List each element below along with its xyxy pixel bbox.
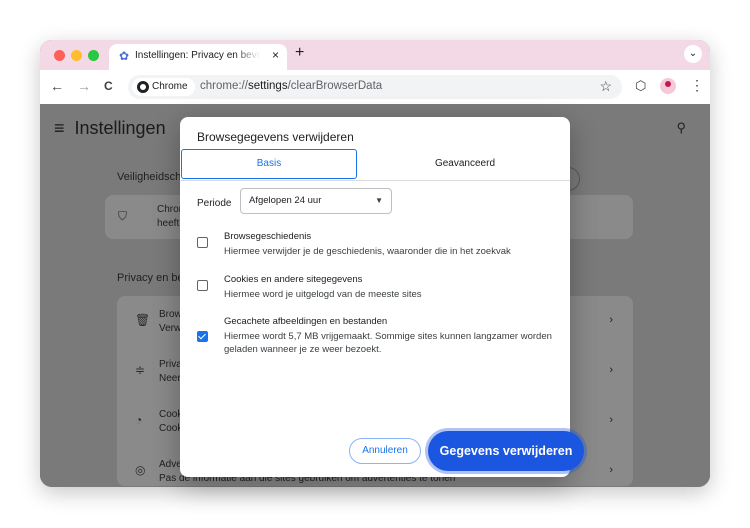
toolbar: ← → C Chrome chrome://settings/clearBrow… — [40, 70, 710, 104]
dialog-title: Browsegegevens verwijderen — [197, 130, 354, 144]
tab-title: Instellingen: Privacy en beveiliging — [135, 50, 260, 61]
cancel-button[interactable]: Annuleren — [349, 438, 421, 464]
address-bar[interactable]: Chrome chrome://settings/clearBrowserDat… — [128, 75, 622, 99]
maximize-window-button[interactable] — [88, 50, 99, 61]
tab-basic[interactable]: Basis — [181, 149, 357, 179]
option-browsing-history: Browsegeschiedenis Hiermee verwijder je … — [197, 231, 557, 261]
section-heading-privacy: Privacy en be — [117, 272, 184, 284]
reload-icon[interactable]: C — [104, 79, 113, 93]
search-icon[interactable]: ⚲ — [676, 120, 686, 136]
tab-strip: ✿ Instellingen: Privacy en beveiliging ×… — [40, 40, 710, 70]
back-arrow-icon[interactable]: ← — [50, 78, 64, 94]
forward-arrow-icon[interactable]: → — [77, 78, 91, 94]
clear-browsing-data-dialog: Browsegegevens verwijderen Basis Geavanc… — [180, 117, 570, 477]
ad-target-icon: ◎ — [135, 463, 146, 477]
chevron-right-icon: › — [609, 364, 613, 376]
chevron-right-icon: › — [609, 414, 613, 426]
checkbox-cached-images[interactable] — [197, 331, 208, 342]
checkbox-browsing-history[interactable] — [197, 237, 208, 248]
time-range-select[interactable]: Afgelopen 24 uur ▼ — [240, 188, 392, 214]
section-heading-safety: Veiligheidsch — [117, 171, 182, 183]
more-menu-icon[interactable]: ⋮ — [690, 77, 704, 94]
tab-advanced[interactable]: Geavanceerd — [380, 149, 550, 179]
settings-gear-icon: ✿ — [118, 49, 130, 63]
chevron-right-icon: › — [609, 314, 613, 326]
close-window-button[interactable] — [54, 50, 65, 61]
clear-data-button[interactable]: Gegevens verwijderen — [428, 431, 584, 471]
chrome-logo-icon — [137, 81, 149, 93]
cookie-icon: ◔ — [135, 413, 143, 427]
trash-icon: 🗑 — [135, 313, 151, 327]
new-tab-button[interactable]: + — [295, 44, 304, 62]
extensions-icon[interactable]: ⬡ — [635, 78, 646, 94]
option-cached-images: Gecachete afbeeldingen en bestanden Hier… — [197, 316, 557, 360]
sliders-icon: ≑ — [135, 363, 146, 377]
shield-icon: ⛉ — [118, 209, 128, 223]
checkbox-cookies[interactable] — [197, 280, 208, 291]
hamburger-menu-icon[interactable]: ≡ — [54, 118, 65, 138]
chrome-chip[interactable]: Chrome — [132, 78, 195, 96]
bookmark-star-icon[interactable]: ☆ — [599, 78, 612, 95]
url-text: chrome://settings/clearBrowserData — [200, 80, 383, 92]
dialog-tabs: Basis Geavanceerd — [180, 148, 570, 181]
tab-search-chevron-icon[interactable]: ⌄ — [684, 45, 702, 63]
period-label: Periode — [197, 198, 232, 209]
profile-avatar[interactable] — [660, 78, 676, 94]
dropdown-caret-icon: ▼ — [375, 196, 383, 205]
chevron-right-icon: › — [609, 464, 613, 476]
tab-close-icon[interactable]: × — [272, 48, 279, 62]
page-title: ≡ Instellingen — [54, 118, 166, 138]
chip-label: Chrome — [152, 81, 188, 92]
minimize-window-button[interactable] — [71, 50, 82, 61]
tab-settings[interactable]: ✿ Instellingen: Privacy en beveiliging × — [109, 44, 287, 70]
option-cookies: Cookies en andere sitegegevens Hiermee w… — [197, 274, 557, 304]
